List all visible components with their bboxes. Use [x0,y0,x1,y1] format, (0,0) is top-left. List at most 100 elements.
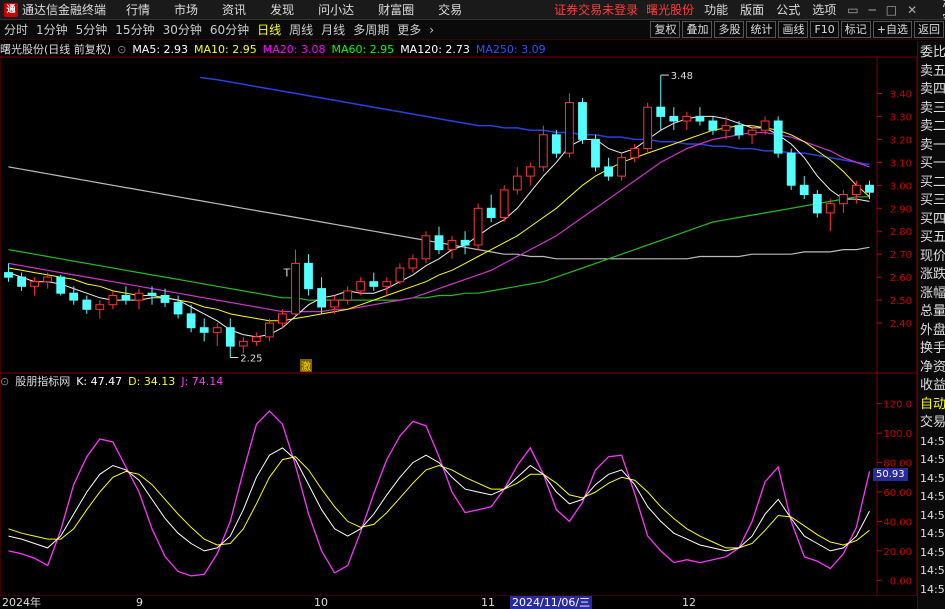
candle-body-24 [317,288,327,308]
minimize-icon[interactable]: ▭ [842,3,863,17]
menu-item-ask[interactable]: 问小达 [306,1,366,18]
low-price-label: 2.25 [240,354,262,365]
period-more[interactable]: 更多 [393,21,425,38]
candle-body-10 [134,292,144,301]
maximize-icon[interactable]: □ [881,3,902,17]
period-intraday[interactable]: 分时 [0,21,32,38]
toolbar-right: 复权 叠加 多股 统计 画线 F10 标记 +自选 返回 [649,21,945,38]
side-tab-27[interactable]: 14:56 [918,543,945,563]
legend-ma120: MA120: 2.73 [400,42,470,56]
price-tick-label-0: 3.40 [890,89,912,100]
candle-body-30 [395,267,405,283]
side-tab-8[interactable]: 买三 [918,191,945,211]
side-tab-7[interactable]: 买二 [918,173,945,193]
menu-item-news[interactable]: 资讯 [210,1,258,18]
side-tab-4[interactable]: 卖二 [918,117,945,137]
side-tab-17[interactable]: 净资 [918,358,945,378]
legend-toggle-icon[interactable]: ⊙ [117,43,132,56]
candle-body-62 [812,194,822,214]
candle-body-47 [617,157,627,177]
candle-body-48 [630,148,640,159]
draw-line-button[interactable]: 画线 [778,21,809,38]
login-warning[interactable]: 证券交易未登录 [474,1,642,18]
date-cursor-label: 2024/11/06/三 [510,596,593,609]
close-icon[interactable]: ✕ [902,3,922,17]
menu-item-markets[interactable]: 市场 [162,1,210,18]
side-tab-24[interactable]: 14:56 [918,487,945,507]
chart-canvas[interactable]: 3.40 3.30 3.20 3.10 3.00 2.90 2.80 2.70 2.60 2.50… [0,41,917,596]
adjust-button[interactable]: 复权 [650,21,681,38]
side-tab-11[interactable]: 现价 [918,247,945,267]
multi-stock-button[interactable]: 多股 [714,21,745,38]
add-watchlist-button[interactable]: +自选 [872,21,912,38]
side-tab-2[interactable]: 卖四 [918,80,945,100]
period-weekly[interactable]: 周线 [285,21,317,38]
period-monthly[interactable]: 月线 [317,21,349,38]
period-5min[interactable]: 5分钟 [72,21,112,38]
app-title: 通 通达信金融终端 [0,1,114,18]
kdj-indicator-name[interactable]: 股朋指标网 [15,373,76,389]
candle-body-3 [43,276,53,283]
candle-body-37 [486,207,496,219]
side-tab-23[interactable]: 14:56 [918,469,945,489]
f10-button[interactable]: F10 [810,21,839,38]
kdj-tick-label-1: 100.0 [883,429,912,440]
side-tab-0[interactable]: 委比 [918,43,945,63]
period-1min[interactable]: 1分钟 [32,21,72,38]
candle-body-60 [786,152,796,186]
side-tab-3[interactable]: 卖三 [918,99,945,119]
side-tab-13[interactable]: 涨幅 [918,284,945,304]
date-axis: 2024年 9 10 11 2024/11/06/三 12 [0,596,917,609]
side-tab-6[interactable]: 买一 [918,154,945,174]
menu-item-trade[interactable]: 交易 [426,1,474,18]
period-15min[interactable]: 15分钟 [111,21,158,38]
side-tab-20[interactable]: 交易 [918,413,945,433]
kdj-tick-label-0: 120.0 [883,400,912,411]
side-tab-25[interactable]: 14:56 [918,506,945,526]
candle-body-55 [721,125,731,131]
period-60min[interactable]: 60分钟 [206,21,253,38]
menu-item-market[interactable]: 行情 [114,1,162,18]
candle-body-4 [56,276,66,294]
period-daily[interactable]: 日线 [253,21,285,38]
candle-body-50 [656,106,666,117]
side-tab-5[interactable]: 卖一 [918,136,945,156]
side-tab-15[interactable]: 外盘 [918,321,945,341]
high-price-label: 3.48 [671,71,693,82]
kdj-tick-label-6: 0.00 [890,576,912,587]
menu-item-layout[interactable]: 版面 [734,1,770,18]
chevron-right-icon[interactable]: › [425,23,438,37]
side-tab-10[interactable]: 买五 [918,228,945,248]
restore-icon[interactable]: ─ [864,3,881,17]
period-30min[interactable]: 30分钟 [159,21,206,38]
menu-item-wealth[interactable]: 财富圈 [366,1,426,18]
menu-item-formula[interactable]: 公式 [770,1,806,18]
side-tab-19[interactable]: 自动 [918,395,945,415]
side-tab-14[interactable]: 总量 [918,302,945,322]
side-tab-16[interactable]: 换手 [918,339,945,359]
overlay-button[interactable]: 叠加 [682,21,713,38]
side-tab-28[interactable]: 14:56 [918,561,945,581]
side-tab-18[interactable]: 收益 [918,376,945,396]
side-tab-21[interactable]: 14:56 [918,432,945,452]
side-tab-12[interactable]: 涨跌 [918,265,945,285]
menu-item-options[interactable]: 选项 [806,1,842,18]
side-tab-9[interactable]: 买四 [918,210,945,230]
menu-item-discover[interactable]: 发现 [258,1,306,18]
candle-body-26 [343,290,353,301]
kdj-toggle-icon[interactable]: ⊙ [0,375,15,388]
date-tick-dec: 12 [682,596,696,609]
period-multi[interactable]: 多周期 [349,21,393,38]
side-tab-29[interactable]: 14:56 [918,580,945,600]
date-tick-oct: 10 [314,596,328,609]
back-button[interactable]: 返回 [914,21,944,38]
side-tab-22[interactable]: 14:56 [918,450,945,470]
candle-body-35 [460,239,470,246]
mark-button[interactable]: 标记 [840,21,871,38]
chart-stock-name[interactable]: 曙光股份(日线 前复权) [0,41,117,57]
stats-button[interactable]: 统计 [746,21,777,38]
side-tab-26[interactable]: 14:56 [918,524,945,544]
candle-body-13 [173,301,183,315]
side-tab-1[interactable]: 卖五 [918,62,945,82]
menu-item-function[interactable]: 功能 [698,1,734,18]
